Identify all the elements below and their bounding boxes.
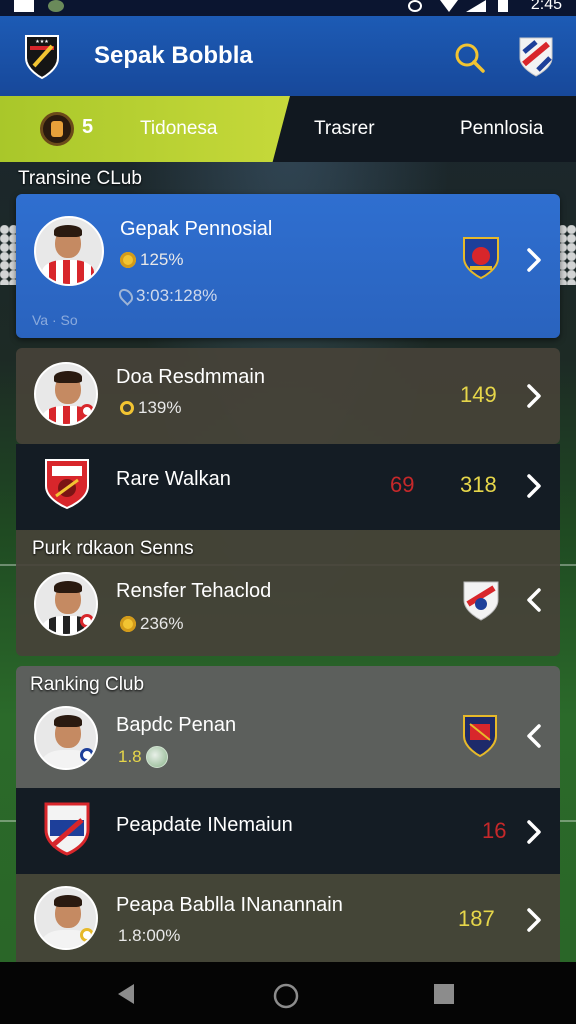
player-coins: 125% [120,250,183,270]
coins-value: 125% [140,250,184,269]
club-value: 318 [460,472,497,497]
player-value: 187 [458,906,495,931]
status-time: 2:45 [530,0,562,13]
player-avatar [34,572,98,636]
section-title-purchase: Purk rdkaon Senns [32,538,194,559]
chevron-left-icon[interactable] [524,722,544,750]
signal-icon [466,0,486,12]
football-icon [145,746,168,768]
stat-value: 1.8 [118,747,142,766]
player-name: Doa Resdmmain [116,366,265,388]
player-location: 3:03:128% [116,286,218,306]
club-shield-icon [463,237,499,280]
player-avatar [34,216,104,286]
wifi-icon [440,0,458,12]
system-nav-bar [0,962,576,1024]
club-shield-icon [463,715,497,758]
player-avatar [34,706,98,770]
coin-icon [120,252,136,268]
player-row[interactable]: Peapa Bablla INanannain 1.8:00% 187 [16,874,560,962]
tab-tidonesa[interactable]: 5 Tidonesa [0,96,290,162]
location-pin-icon [116,286,136,306]
recents-square-icon[interactable] [432,982,456,1006]
club-row[interactable]: Peapdate INemaiun 16 [16,788,560,874]
player-stat: 1.8 [118,746,168,768]
club-shield-icon [45,459,89,510]
player-avatar [34,886,98,950]
coin-icon [120,616,136,632]
player-name: Peapa Bablla INanannain [116,894,343,916]
club-crest-icon[interactable]: ★★★ [22,32,62,80]
home-circle-icon[interactable] [272,982,300,1010]
card-watermark: Va · So [32,312,78,328]
back-triangle-icon[interactable] [114,982,138,1006]
tab-count: 5 [82,116,94,138]
purchase-panel: Purk rdkaon Senns Rensfer Tehaclod 236% [16,530,560,656]
chevron-right-icon[interactable] [524,472,544,500]
club-badge-icon[interactable] [514,34,558,78]
chevron-right-icon[interactable] [524,818,544,846]
tab-bar: 5 Tidonesa Trasrer Pennlosia [0,96,576,162]
player-name: Bapdc Penan [116,714,237,736]
club-name: Peapdate INemaiun [116,814,293,836]
player-stat: 139% [120,398,181,418]
search-icon[interactable] [452,40,488,76]
club-row[interactable]: Rare Walkan 69 318 [16,444,560,530]
stat-value: 1.8:00% [118,926,181,945]
app-title: Sepak Bobbla [94,42,253,69]
player-value: 149 [460,382,497,407]
coin-icon [120,401,134,415]
stat-value: 139% [138,398,182,417]
location-value: 3:03:128% [136,286,218,305]
app-notification-icon [48,0,64,12]
club-value-red: 16 [482,818,507,843]
chevron-right-icon[interactable] [524,906,544,934]
tab-transfer[interactable]: Trasrer [314,118,375,140]
sync-icon [408,0,422,12]
svg-text:★★★: ★★★ [35,39,49,45]
main-content: Transine CLub Gepak Pennosial 125% 3:03:… [0,162,576,962]
player-avatar [34,362,98,426]
chevron-right-icon[interactable] [524,246,544,274]
app-bar: ★★★ Sepak Bobbla [0,16,576,96]
club-shield-icon [44,802,90,856]
stat-value: 236% [140,614,184,633]
chevron-right-icon[interactable] [524,382,544,410]
battery-icon [498,0,508,12]
chevron-left-icon[interactable] [524,586,544,614]
featured-player-card[interactable]: Gepak Pennosial 125% 3:03:128% Va · So [16,194,560,338]
status-bar: 2:45 [0,0,576,16]
club-value-red: 69 [390,472,415,497]
club-shield-icon [463,581,499,621]
ranking-panel[interactable]: Ranking Club Bapdc Penan 1.8 [16,666,560,788]
player-row[interactable]: Doa Resdmmain 139% 149 [16,348,560,444]
gallery-icon [14,0,34,12]
coin-icon [40,112,74,146]
tab-pennlosia[interactable]: Pennlosia [460,118,543,140]
tab-label: Tidonesa [140,118,218,139]
club-name: Rare Walkan [116,468,231,490]
section-title-transfer: Transine CLub [18,168,142,189]
player-name[interactable]: Rensfer Tehaclod [116,580,271,603]
player-name: Gepak Pennosial [120,218,273,240]
player-stat: 236% [120,614,183,634]
section-title-ranking: Ranking Club [30,674,145,695]
